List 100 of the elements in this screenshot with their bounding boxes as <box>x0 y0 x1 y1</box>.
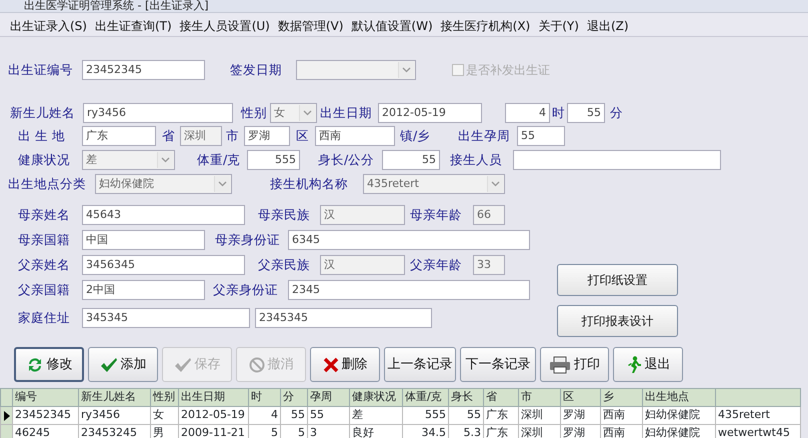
toolbar-button[interactable]: 删除 <box>310 347 380 382</box>
column-header: 编号 <box>12 388 78 406</box>
menu-item[interactable]: 退出(Z) <box>586 17 629 36</box>
field-label: 新生儿姓名 <box>10 104 76 122</box>
table-cell: 2009-11-21 <box>178 424 248 438</box>
caret-icon <box>218 181 227 187</box>
column-header: 性别 <box>150 388 178 406</box>
field-label: 母亲民族 <box>258 206 311 224</box>
input-field[interactable]: 6345 <box>288 230 530 250</box>
table-cell: 妇幼保健院 <box>642 424 716 438</box>
field-label: 父亲身份证 <box>213 280 279 299</box>
table-cell: 男 <box>150 424 178 438</box>
input-field[interactable] <box>513 150 721 170</box>
input-field[interactable]: 广东 <box>82 126 156 146</box>
caret-icon <box>161 157 170 163</box>
table-cell: 深圳 <box>518 406 560 424</box>
column-header: 省 <box>484 388 518 406</box>
table-cell: 23452345 <box>12 406 78 424</box>
table-cell: 广东 <box>484 424 518 438</box>
menu-item[interactable]: 关于(Y) <box>538 17 579 36</box>
column-header: 分 <box>280 388 308 406</box>
table-cell: 4 <box>248 406 280 424</box>
toolbar-button[interactable]: 上一条记录 <box>384 347 456 382</box>
toolbar-button[interactable]: 添加 <box>88 347 158 382</box>
field-label: 出生日期 <box>320 104 373 122</box>
field-label: 母亲身份证 <box>215 230 281 249</box>
field-label: 区 <box>296 126 310 145</box>
input-field[interactable]: 2012-05-19 <box>378 103 482 123</box>
field-label: 母亲国籍 <box>18 230 71 249</box>
table-cell: 2012-05-19 <box>178 406 248 424</box>
column-header: 孕周 <box>308 388 350 406</box>
input-field[interactable]: 55 <box>382 150 440 170</box>
table-cell: 3 <box>308 424 350 438</box>
table-cell: 46245 <box>12 424 78 438</box>
input-field[interactable]: 罗湖 <box>244 126 290 146</box>
running-person-icon <box>626 356 642 374</box>
input-field[interactable]: 西南 <box>315 126 395 146</box>
table-cell: 55 <box>280 406 308 424</box>
column-header: 市 <box>518 388 560 406</box>
input-field[interactable]: 4 <box>505 103 550 123</box>
field-label: 父亲民族 <box>258 256 311 274</box>
caret-icon <box>402 67 411 73</box>
table-cell: ry3456 <box>78 406 150 424</box>
menu-item[interactable]: 数据管理(V) <box>278 17 344 36</box>
table-cell: 广东 <box>484 406 518 424</box>
input-field[interactable]: 555 <box>247 150 300 170</box>
column-header: 新生儿姓名 <box>78 388 150 406</box>
input-field[interactable]: 3456345 <box>82 255 245 275</box>
menu-item[interactable]: 接生医疗机构(X) <box>440 17 530 36</box>
table-cell: 23453245 <box>78 424 150 438</box>
caret-icon <box>303 110 312 116</box>
field-label: 接生机构名称 <box>270 174 349 193</box>
input-field[interactable]: 55 <box>567 103 605 123</box>
field-label: 接生人员 <box>450 150 503 169</box>
toolbar-button[interactable]: 下一条记录 <box>460 347 536 382</box>
field-label: 性别 <box>241 104 268 122</box>
table-cell: 西南 <box>600 406 642 424</box>
input-field[interactable]: 2中国 <box>82 280 205 300</box>
table-cell: 罗湖 <box>560 406 600 424</box>
input-field[interactable]: 55 <box>517 126 565 146</box>
field-label: 父亲年龄 <box>410 256 463 274</box>
input-field[interactable]: 345345 <box>82 308 250 328</box>
menu-item[interactable]: 出生证查询(T) <box>94 17 172 36</box>
field-label: 母亲姓名 <box>18 206 71 224</box>
table-cell: wetwertwt45 <box>716 424 800 438</box>
field-label: 时 <box>552 104 565 122</box>
input-field[interactable]: 中国 <box>82 230 205 250</box>
toolbar-button[interactable]: 退出 <box>613 347 683 382</box>
column-header: 出生日期 <box>178 388 248 406</box>
menu-item[interactable]: 接生人员设置(U) <box>180 17 270 36</box>
field-label: 健康状况 <box>18 150 71 169</box>
field-label: 分 <box>610 104 624 122</box>
column-header: 健康状况 <box>350 388 402 406</box>
input-field[interactable]: 45643 <box>82 205 245 225</box>
input-field[interactable]: 2345 <box>288 280 530 300</box>
field-label: 母亲年龄 <box>410 206 463 224</box>
menu-item[interactable]: 出生证录入(S) <box>10 17 87 36</box>
field-label: 家庭住址 <box>18 308 71 327</box>
printer-icon <box>549 356 571 374</box>
window-title: 出生医学证明管理系统 - [出生证录入] <box>0 0 808 13</box>
column-header: 区 <box>560 388 600 406</box>
table-cell: 深圳 <box>518 424 560 438</box>
field-label: 体重/克 <box>197 150 242 169</box>
toolbar-button[interactable]: 修改 <box>14 347 84 382</box>
field-label: 出生地点分类 <box>8 174 87 193</box>
field-label: 父亲姓名 <box>18 256 71 274</box>
input-field[interactable]: ry3456 <box>83 103 233 123</box>
print-button[interactable]: 打印纸设置 <box>557 264 678 296</box>
menu-item[interactable]: 默认值设置(W) <box>351 17 433 36</box>
table-cell: 435retert <box>716 406 800 424</box>
input-field[interactable]: 2345345 <box>255 308 432 328</box>
toolbar-button[interactable]: 打印 <box>540 347 609 382</box>
column-header: 时 <box>248 388 280 406</box>
field-label: 签发日期 <box>230 60 283 79</box>
print-button[interactable]: 打印报表设计 <box>557 305 678 337</box>
input-field[interactable]: 23452345 <box>82 60 205 80</box>
field-label: 省 <box>162 126 176 145</box>
table-cell: 差 <box>350 406 402 424</box>
field-label: 镇/乡 <box>400 126 432 145</box>
check-icon <box>100 356 118 372</box>
